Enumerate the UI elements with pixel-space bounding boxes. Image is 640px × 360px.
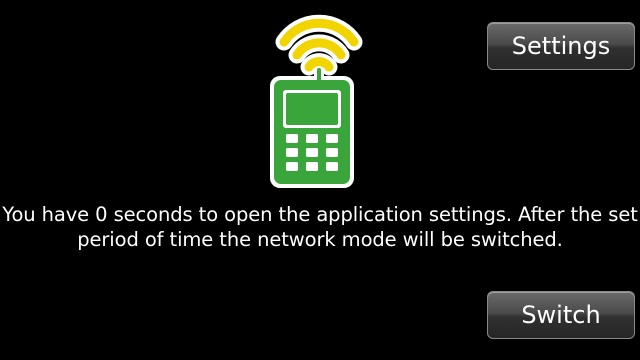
network-mode-dialog: Settings You have 0 seconds to open the … bbox=[0, 0, 640, 360]
switch-button-label: Switch bbox=[521, 301, 601, 329]
settings-button-label: Settings bbox=[511, 32, 611, 60]
settings-button[interactable]: Settings bbox=[487, 22, 635, 70]
countdown-message: You have 0 seconds to open the applicati… bbox=[2, 203, 638, 251]
phone-signal-icon bbox=[264, 14, 374, 190]
switch-button[interactable]: Switch bbox=[487, 291, 635, 339]
